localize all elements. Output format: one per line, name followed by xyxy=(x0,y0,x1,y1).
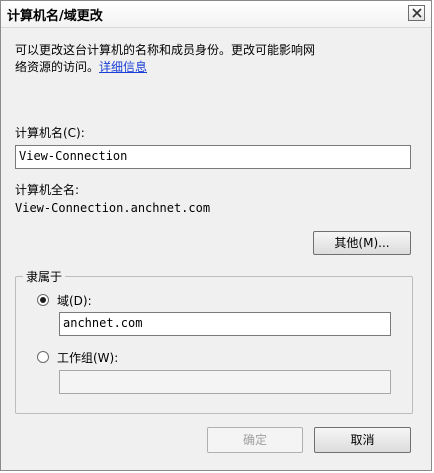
other-button[interactable]: 其他(M)... xyxy=(313,231,411,255)
cancel-button[interactable]: 取消 xyxy=(314,427,411,453)
domain-label: 域(D): xyxy=(57,294,92,308)
description-line-1: 可以更改这台计算机的名称和成员身份。更改可能影响网 xyxy=(15,43,316,57)
dialog-window: 计算机名/域更改 可以更改这台计算机的名称和成员身份。更改可能影响网 络资源的访… xyxy=(0,0,432,471)
workgroup-input[interactable] xyxy=(59,370,391,394)
member-of-label: 隶属于 xyxy=(23,268,66,285)
close-button[interactable] xyxy=(408,5,425,21)
close-icon xyxy=(411,8,422,18)
ok-button[interactable]: 确定 xyxy=(207,427,303,453)
computer-name-input[interactable]: View-Connection xyxy=(15,145,411,169)
title-bar[interactable]: 计算机名/域更改 xyxy=(1,1,431,28)
computer-name-label: 计算机名(C): xyxy=(15,126,85,140)
domain-input[interactable]: anchnet.com xyxy=(59,312,391,336)
window-title: 计算机名/域更改 xyxy=(7,9,103,24)
domain-radio[interactable] xyxy=(37,294,49,306)
description-line-2: 络资源的访问。详细信息 xyxy=(15,58,147,75)
description-line-2-text: 络资源的访问。 xyxy=(15,60,100,74)
details-link[interactable]: 详细信息 xyxy=(99,60,147,74)
workgroup-label: 工作组(W): xyxy=(57,351,119,365)
full-name-value: View-Connection.anchnet.com xyxy=(15,201,211,215)
full-name-label: 计算机全名: xyxy=(15,183,80,197)
radio-selected-dot xyxy=(40,297,46,303)
workgroup-radio[interactable] xyxy=(37,351,49,363)
